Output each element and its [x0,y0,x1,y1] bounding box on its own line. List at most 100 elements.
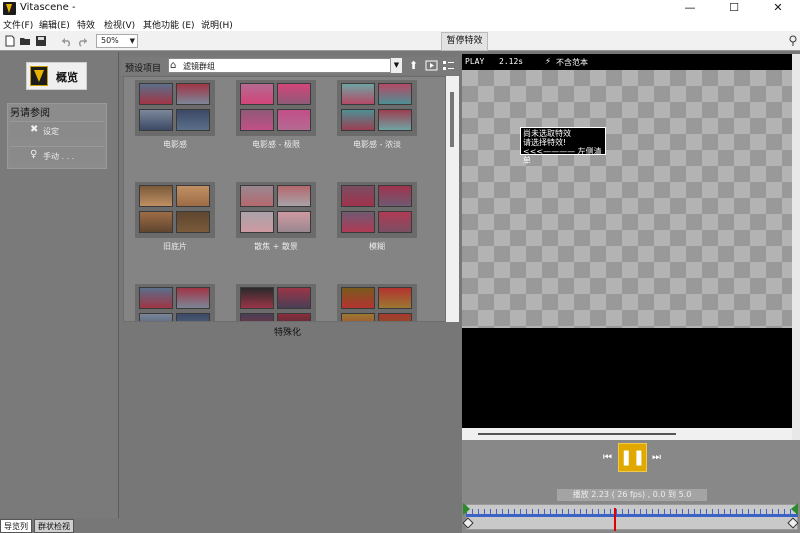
tools-icon: ✖ [30,124,39,135]
preset-card[interactable] [236,80,316,136]
tab-tree-view[interactable]: 群状检视 [34,519,74,533]
preset-thumbnail [341,83,375,105]
lightning-icon[interactable]: ⚡ [545,56,551,67]
preset-thumbnail [176,287,210,309]
preset-thumbnail [176,109,210,131]
preset-thumbnail [176,211,210,233]
zoom-select[interactable]: 50% ▼ [96,34,138,48]
presets-label: 预设项目 [125,64,162,74]
chevron-down-icon[interactable]: ▼ [390,58,402,73]
window-title: Vitascene - [20,2,76,13]
preview-black-area [462,328,800,428]
pause-button[interactable]: ❚❚ [618,443,647,472]
manual-item[interactable]: ♀ 手动 . . . [10,146,104,164]
menu-edit[interactable]: 编辑(E) [39,18,70,31]
preset-thumbnail [139,211,173,233]
preview-canvas [462,70,800,328]
preset-scrollbar-thumb[interactable] [450,92,454,147]
preset-thumbnail [341,211,375,233]
no-effect-line-1: 尚未选取特效 [523,129,571,138]
close-button[interactable]: ✕ [756,0,800,17]
skip-forward-icon[interactable]: ⏭ [652,452,662,463]
new-file-icon[interactable] [4,35,16,47]
preset-thumbnail [240,83,274,105]
end-flag-icon[interactable] [791,503,798,515]
preset-thumbnail [277,185,311,207]
home-icon: ⌂ [170,60,177,71]
preset-thumbnail [277,313,311,321]
preset-thumbnail [240,211,274,233]
preset-thumbnail [139,313,173,321]
menu-effects[interactable]: 特效 [77,18,95,31]
preset-thumbnail [378,185,412,207]
settings-label: 设定 [43,127,59,136]
undo-icon[interactable] [60,35,72,47]
preset-thumbnail [139,185,173,207]
preset-thumbnail [277,109,311,131]
category-label: 特殊化 [274,328,302,338]
maximize-button[interactable]: ☐ [712,0,756,17]
manual-label: 手动 . . . [43,152,75,161]
preset-name: 电影感 - 浓淡 [353,140,401,149]
preset-thumbnail [240,313,274,321]
preset-thumbnail [176,83,210,105]
preset-card[interactable] [236,284,316,321]
pin-icon[interactable] [788,35,798,47]
preset-card[interactable] [337,182,417,238]
preset-card[interactable] [135,80,215,136]
preset-card[interactable] [135,284,215,321]
preset-thumbnail [341,313,375,321]
preset-card[interactable] [135,182,215,238]
preset-thumbnail [277,287,311,309]
preset-name: 电影感 - 极限 [252,140,300,149]
play-preset-icon[interactable] [425,59,438,72]
skip-back-icon[interactable]: ⏮ [603,452,613,463]
list-view-icon[interactable] [442,59,455,72]
timeline-track[interactable] [466,514,798,517]
preview-vertical-scrollbar[interactable] [792,54,800,440]
playback-info: 播放 2.23 ( 26 fps) , 0.0 到 5.0 [557,489,707,501]
preset-thumbnail [378,313,412,321]
preset-name: 电影感 [163,140,187,149]
up-arrow-icon[interactable]: ⬆ [407,59,420,72]
preset-thumbnail [240,185,274,207]
preset-thumbnail [240,109,274,131]
redo-icon[interactable] [77,35,89,47]
vitascene-logo-icon [30,66,48,86]
tab-navigator[interactable]: 导览列 [0,519,32,533]
chevron-down-icon: ▼ [129,37,135,45]
preset-thumbnail [341,287,375,309]
preset-thumbnail [378,83,412,105]
preset-thumbnail [139,109,173,131]
template-mode[interactable]: 不含范本 [556,57,588,68]
menu-view[interactable]: 检视(V) [104,18,135,31]
preview-scroll-thumb[interactable] [478,433,676,435]
preset-card[interactable] [337,284,417,321]
minimize-button[interactable]: — [668,0,712,17]
menu-extras[interactable]: 其他功能 (E) [143,18,195,31]
preset-thumbnail [139,83,173,105]
start-flag-icon[interactable] [463,503,470,515]
preset-card[interactable] [236,182,316,238]
filter-group-name: 滤镜群组 [183,62,215,71]
app-logo-icon [3,2,16,15]
zoom-value: 50% [101,36,119,45]
preset-thumbnail [176,185,210,207]
save-icon[interactable] [35,35,47,47]
timeline-cursor[interactable] [614,508,617,531]
no-effect-message: 尚未选取特效 请选择特效! <<<———— 左侧清单 [520,127,606,165]
menu-help[interactable]: 说明(H) [201,18,233,31]
open-folder-icon[interactable] [19,35,31,47]
preset-name: 旧底片 [163,242,187,251]
pause-effect-tab[interactable]: 暂停特效 [441,32,488,51]
preset-name: 模糊 [369,242,385,251]
settings-item[interactable]: ✖ 设定 [10,121,104,139]
timeline[interactable] [466,504,798,530]
preset-thumbnail [378,109,412,131]
menu-file[interactable]: 文件(F) [3,18,33,31]
preset-thumbnail [277,83,311,105]
play-time: 2.12s [499,57,524,66]
overview-label: 概览 [56,71,78,84]
no-effect-line-3: <<<———— 左侧清单 [523,147,602,165]
preset-card[interactable] [337,80,417,136]
